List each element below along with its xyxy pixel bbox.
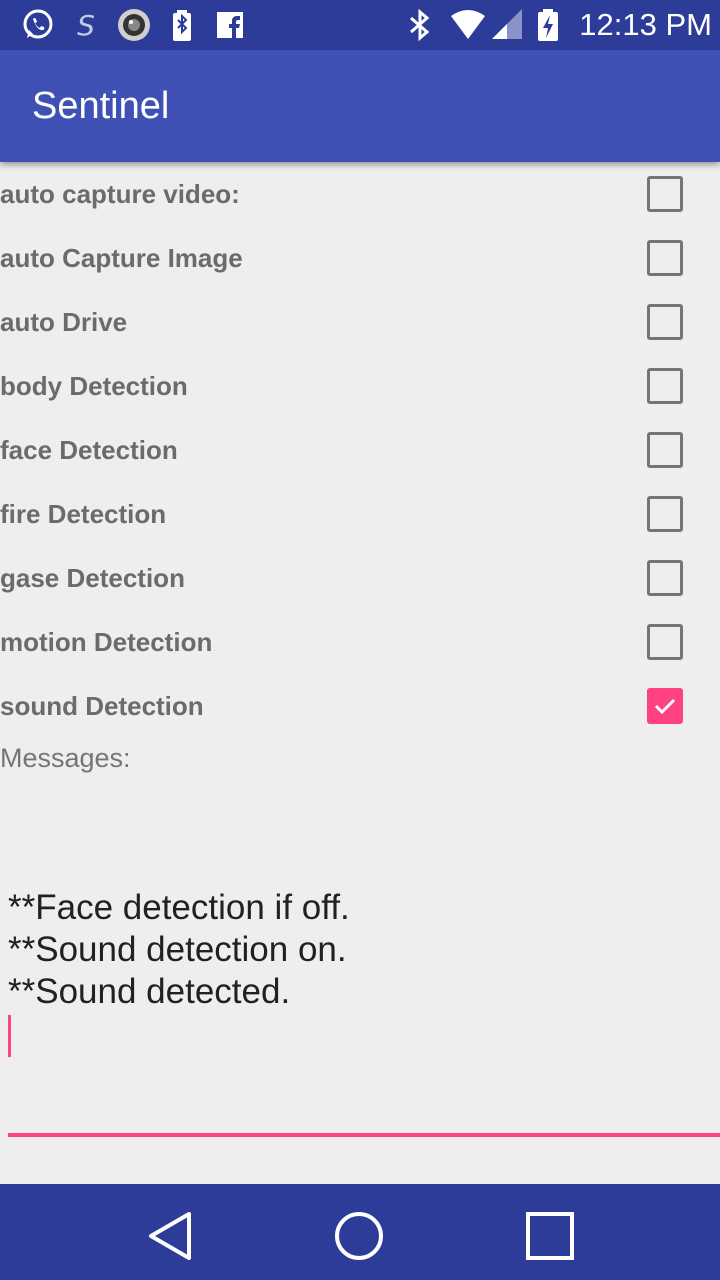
setting-label: body Detection xyxy=(0,371,188,401)
camera-lens-icon xyxy=(116,7,152,43)
checkmark-icon xyxy=(654,698,676,715)
app-bar: Sentinel xyxy=(0,50,720,162)
s-app-icon: S xyxy=(68,7,104,43)
setting-checkbox[interactable] xyxy=(647,432,683,468)
back-icon[interactable] xyxy=(143,1208,199,1264)
setting-checkbox[interactable] xyxy=(647,688,683,724)
setting-checkbox[interactable] xyxy=(647,176,683,212)
whatsapp-icon xyxy=(20,7,56,43)
setting-label: face Detection xyxy=(0,435,178,465)
message-line: **Sound detected. xyxy=(8,972,291,1011)
setting-row[interactable]: body Detection xyxy=(0,354,720,418)
svg-text:S: S xyxy=(77,9,95,42)
facebook-icon xyxy=(212,7,248,43)
setting-checkbox[interactable] xyxy=(647,624,683,660)
message-line: **Face detection if off. xyxy=(8,888,350,927)
status-bar: S 12:13 PM xyxy=(0,0,720,50)
setting-label: sound Detection xyxy=(0,691,204,721)
setting-row[interactable]: auto Drive xyxy=(0,290,720,354)
setting-checkbox[interactable] xyxy=(647,240,683,276)
setting-row[interactable]: fire Detection xyxy=(0,482,720,546)
wifi-icon xyxy=(450,7,486,43)
setting-row[interactable]: sound Detection xyxy=(0,674,720,738)
setting-checkbox[interactable] xyxy=(647,560,683,596)
signal-icon xyxy=(490,7,526,43)
setting-row[interactable]: motion Detection xyxy=(0,610,720,674)
message-line: **Sound detection on. xyxy=(8,930,347,969)
setting-label: gase Detection xyxy=(0,563,185,593)
navigation-bar xyxy=(0,1184,720,1280)
setting-row[interactable]: face Detection xyxy=(0,418,720,482)
settings-list: auto capture video: auto Capture Image aut… xyxy=(0,162,720,738)
app-title: Sentinel xyxy=(32,85,170,127)
setting-row[interactable]: auto capture video: xyxy=(0,162,720,226)
setting-label: auto capture video: xyxy=(0,179,240,209)
battery-charging-icon xyxy=(164,7,200,43)
setting-row[interactable]: auto Capture Image xyxy=(0,226,720,290)
home-icon[interactable] xyxy=(331,1208,387,1264)
setting-label: fire Detection xyxy=(0,499,167,529)
messages-label: Messages: xyxy=(0,743,131,773)
setting-checkbox[interactable] xyxy=(647,304,683,340)
messages-field-underline xyxy=(8,1133,720,1137)
recents-icon[interactable] xyxy=(522,1208,578,1264)
bluetooth-icon xyxy=(402,7,438,43)
setting-label: auto Capture Image xyxy=(0,243,243,273)
setting-checkbox[interactable] xyxy=(647,496,683,532)
messages-field[interactable]: **Face detection if off. **Sound detectio… xyxy=(8,887,350,1013)
setting-row[interactable]: gase Detection xyxy=(0,546,720,610)
text-cursor xyxy=(8,1015,11,1057)
setting-checkbox[interactable] xyxy=(647,368,683,404)
status-time: 12:13 PM xyxy=(579,7,712,42)
setting-label: motion Detection xyxy=(0,627,213,657)
battery-icon xyxy=(530,7,566,43)
setting-label: auto Drive xyxy=(0,307,128,337)
